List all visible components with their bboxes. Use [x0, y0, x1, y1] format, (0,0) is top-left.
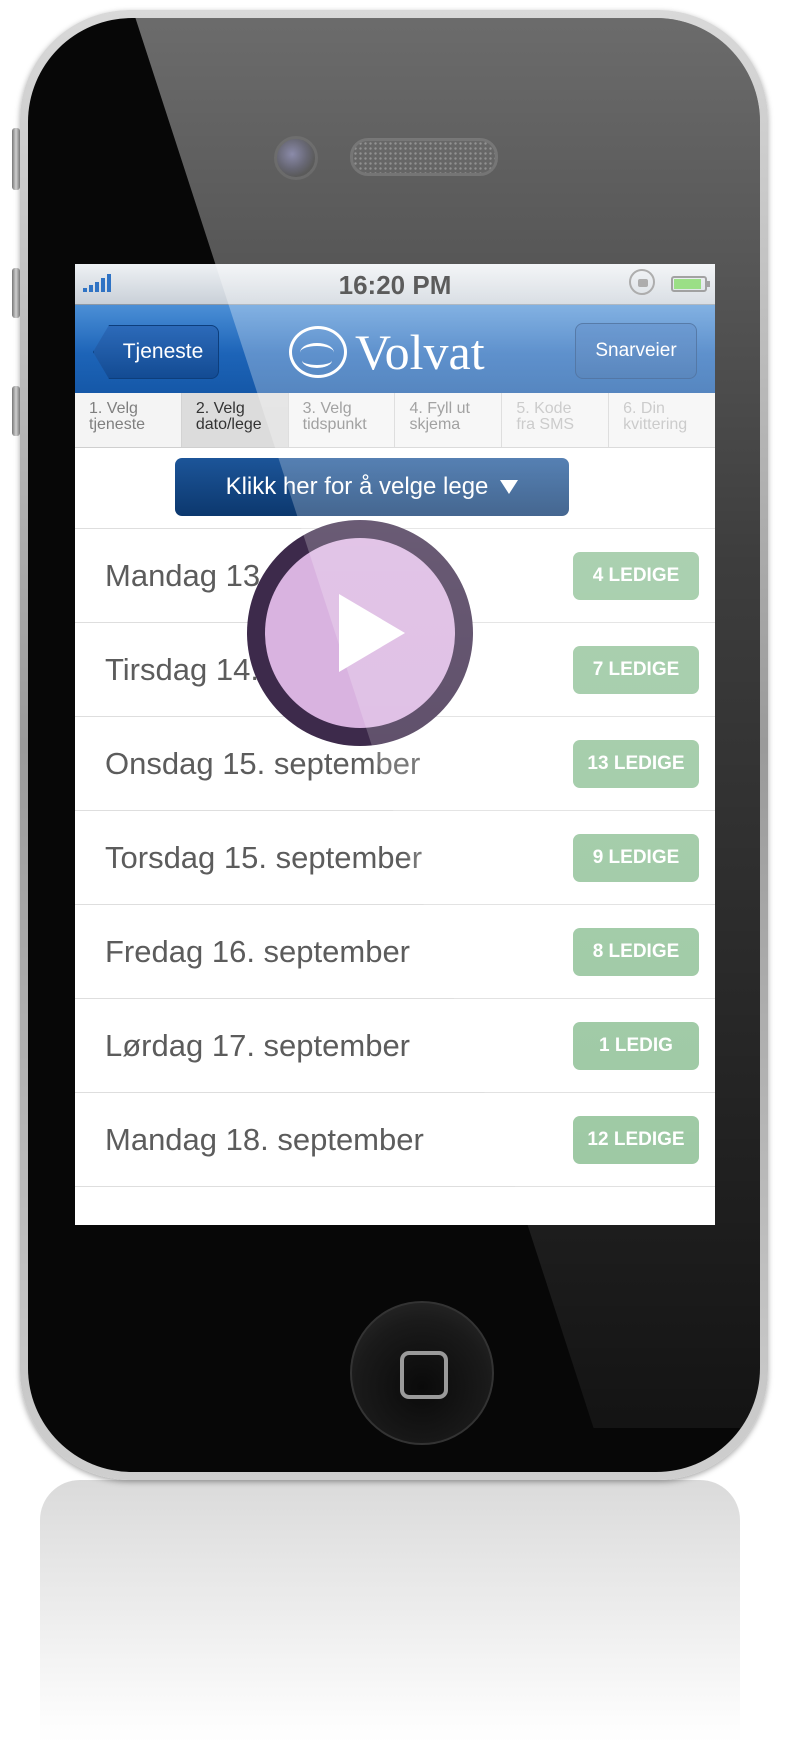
step-4[interactable]: 4. Fyll ut skjema [395, 393, 503, 447]
logo-text: Volvat [355, 324, 485, 380]
play-icon [339, 594, 405, 672]
battery-icon [671, 276, 710, 292]
earpiece-speaker [350, 138, 498, 176]
volume-up-button [12, 268, 20, 318]
step-1[interactable]: 1. Velg tjeneste [75, 393, 182, 447]
step-progress: 1. Velg tjeneste 2. Velg dato/lege 3. Velg… [75, 393, 715, 448]
play-button[interactable] [247, 520, 473, 746]
logo-hand-icon [289, 326, 347, 378]
play-button-fill [265, 538, 455, 728]
day-row[interactable]: Mandag 18. september 12 LEDIGE [75, 1093, 715, 1187]
choose-doctor-label: Klikk her for å velge lege [225, 473, 489, 500]
logo: Volvat [289, 323, 485, 381]
availability-badge: 9 LEDIGE [573, 833, 699, 882]
status-time: 16:20 PM [338, 270, 452, 300]
day-row[interactable]: Lørdag 17. september 1 LEDIG [75, 999, 715, 1093]
home-button-icon[interactable] [350, 1301, 494, 1445]
status-bar: 16:20 PM [75, 264, 715, 305]
step-5: 5. Kode fra SMS [502, 393, 610, 447]
day-label: Mandag 18. september [105, 1121, 424, 1157]
availability-badge: 4 LEDIGE [573, 551, 699, 600]
day-label: Torsdag 15. september [105, 839, 423, 875]
availability-badge: 8 LEDIGE [573, 927, 699, 976]
availability-badge: 1 LEDIG [573, 1021, 699, 1070]
step-6: 6. Din kvittering [623, 400, 688, 433]
nav-bar: Tjeneste Volvat Snarveier [75, 305, 715, 393]
step-3[interactable]: 3. Velg tidspunkt [289, 393, 396, 447]
volume-down-button [12, 386, 20, 436]
shortcuts-button[interactable]: Snarveier [575, 323, 697, 379]
rotation-lock-icon [629, 269, 655, 295]
availability-badge: 13 LEDIGE [573, 739, 699, 788]
availability-badge: 12 LEDIGE [573, 1115, 699, 1164]
mute-switch [12, 128, 20, 190]
chevron-down-icon [500, 480, 519, 494]
availability-badge: 7 LEDIGE [573, 645, 699, 694]
home-square-icon [400, 1351, 448, 1399]
choose-doctor-button[interactable]: Klikk her for å velge lege [175, 458, 569, 516]
back-button[interactable]: Tjeneste [93, 325, 219, 379]
day-row[interactable]: Torsdag 15. september 9 LEDIGE [75, 811, 715, 905]
step-2[interactable]: 2. Velg dato/lege [181, 393, 289, 447]
doctor-picker-area: Klikk her for å velge lege [75, 448, 715, 529]
app-screen: 16:20 PM Tjeneste Volvat Snarveier 1. Ve… [75, 264, 715, 1225]
phone-reflection [40, 1480, 740, 1742]
day-label: Lørdag 17. september [105, 1027, 411, 1063]
front-camera [274, 136, 318, 180]
day-row[interactable]: Fredag 16. september 8 LEDIGE [75, 905, 715, 999]
day-label: Fredag 16. september [105, 933, 411, 969]
day-label: Onsdag 15. september [105, 745, 421, 781]
